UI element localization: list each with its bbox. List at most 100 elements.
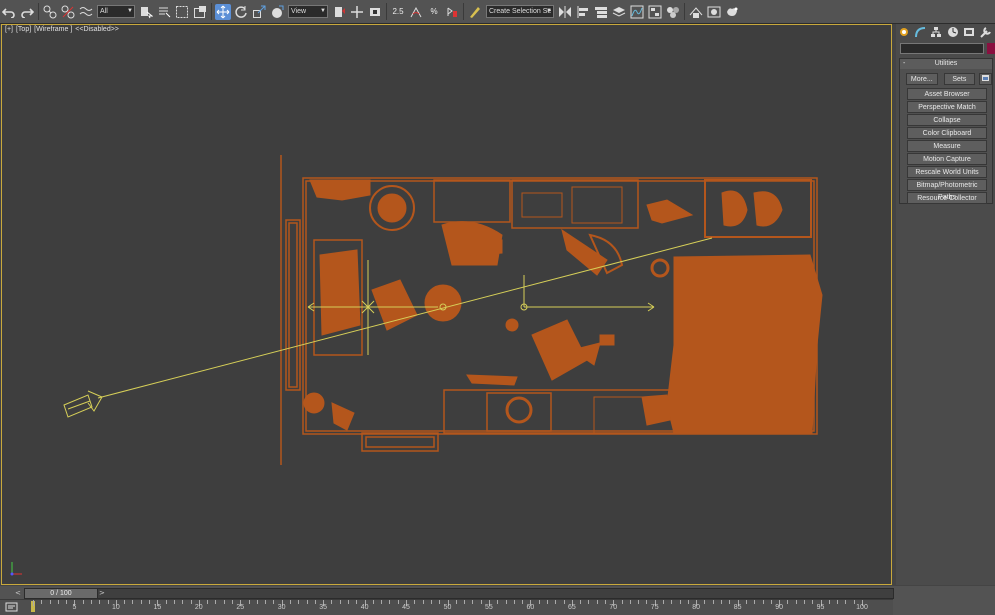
top-viewport[interactable]: [+] [Top] [Wireframe ] <<Disabled>> <box>1 24 892 585</box>
selection-filter-dropdown[interactable]: All ▼ <box>97 5 135 18</box>
timeline-tick-label: 90 <box>775 604 783 611</box>
timeline-tick <box>555 600 557 604</box>
reference-coordinate-value: View <box>291 8 307 15</box>
mini-curve-editor-icon[interactable] <box>5 601 19 613</box>
snaps-toggle-icon[interactable]: 2.5 <box>390 4 406 20</box>
hierarchy-icon[interactable] <box>930 25 943 39</box>
select-and-manipulate-icon[interactable] <box>349 4 365 20</box>
time-slider-right-arrow-icon[interactable]: > <box>99 589 105 598</box>
angle-snap-icon[interactable] <box>408 4 424 20</box>
select-rotate-icon[interactable] <box>233 4 249 20</box>
timeline-tick <box>41 600 43 604</box>
toolbar-divider <box>463 3 464 20</box>
spinner-snap-icon[interactable] <box>444 4 460 20</box>
utility-perspective-match-button[interactable]: Perspective Match <box>907 101 987 113</box>
window-crossing-icon[interactable] <box>192 4 208 20</box>
edit-named-selection-icon[interactable] <box>467 4 483 20</box>
toggle-scene-explorer-icon[interactable] <box>593 4 609 20</box>
keyboard-shortcut-override-icon[interactable] <box>367 4 383 20</box>
timeline-tick <box>91 600 93 604</box>
select-move-icon[interactable] <box>215 3 231 20</box>
display-icon[interactable] <box>962 25 975 39</box>
utility-collapse-button[interactable]: Collapse <box>907 114 987 126</box>
timeline-tick-label: 55 <box>485 604 493 611</box>
named-selection-value: Create Selection Se <box>489 8 552 15</box>
schematic-view-icon[interactable] <box>647 4 663 20</box>
percent-glyph: % <box>430 7 438 16</box>
motion-icon[interactable] <box>946 25 959 39</box>
timeline-tick <box>124 600 126 604</box>
collapse-icon: - <box>903 60 906 67</box>
timeline-tick <box>663 600 665 604</box>
timeline-tick <box>588 600 590 604</box>
utility-rescale-world-units-button[interactable]: Rescale World Units <box>907 166 987 178</box>
object-name-field[interactable] <box>900 43 985 54</box>
utility-color-clipboard-button[interactable]: Color Clipboard <box>907 127 987 139</box>
timeline-tick-label: 85 <box>733 604 742 611</box>
sets-button[interactable]: Sets <box>943 73 976 85</box>
render-setup-icon[interactable] <box>688 4 704 20</box>
rectangular-selection-icon[interactable] <box>174 4 190 20</box>
reference-coordinate-dropdown[interactable]: View ▼ <box>288 5 328 18</box>
create-icon[interactable] <box>897 25 910 39</box>
timeline-tick-label: 35 <box>319 604 328 611</box>
redo-icon[interactable] <box>19 4 35 20</box>
object-name-row <box>900 43 995 54</box>
main-toolbar: All ▼ View ▼ 2.5 % Create Selection Se ▼ <box>0 0 995 24</box>
modify-icon[interactable] <box>913 25 926 39</box>
rendered-frame-window-icon[interactable] <box>706 4 722 20</box>
undo-icon[interactable] <box>1 4 17 20</box>
percent-snap-icon[interactable]: % <box>426 4 442 20</box>
utility-resource-collector-button[interactable]: Resource Collector <box>907 192 987 204</box>
timeline-tick <box>629 600 631 604</box>
timeline-tick <box>812 600 814 604</box>
time-slider[interactable]: < 0 / 100 > <box>15 588 894 599</box>
configure-button-sets-icon[interactable] <box>979 73 992 85</box>
material-editor-icon[interactable] <box>665 4 681 20</box>
named-selection-sets-dropdown[interactable]: Create Selection Se ▼ <box>486 5 554 18</box>
select-by-name-icon[interactable] <box>156 4 172 20</box>
track-bar[interactable]: 5 10 15 20 25 30 35 40 45 50 55 60 65 70 75 80 85 90 95 100 <box>0 599 893 615</box>
layer-explorer-icon[interactable] <box>611 4 627 20</box>
selection-filter-value: All <box>100 8 108 15</box>
utility-asset-browser-button[interactable]: Asset Browser <box>907 88 987 100</box>
align-icon[interactable] <box>575 4 591 20</box>
utilities-rollout-title[interactable]: - Utilities <box>900 59 992 69</box>
timeline-tick <box>132 600 134 604</box>
use-pivot-center-icon[interactable] <box>331 4 347 20</box>
timeline-tick <box>99 600 101 604</box>
mirror-icon[interactable] <box>557 4 573 20</box>
timeline-tick-label: 70 <box>609 604 618 611</box>
timeline-tick-label: 80 <box>692 604 701 611</box>
timeline-tick <box>414 600 416 604</box>
utility-motion-capture-button[interactable]: Motion Capture <box>907 153 987 165</box>
timeline-tick <box>605 600 606 604</box>
link-icon[interactable] <box>42 4 58 20</box>
timeline-tick <box>256 600 258 604</box>
curve-editor-icon[interactable] <box>629 4 645 20</box>
time-slider-thumb[interactable]: 0 / 100 <box>25 589 98 598</box>
timeline-tick-label: 60 <box>526 604 535 611</box>
time-slider-left-arrow-icon[interactable]: < <box>15 589 21 598</box>
unlink-icon[interactable] <box>60 4 76 20</box>
select-scale-icon[interactable] <box>251 4 267 20</box>
timeline-tick <box>33 600 34 606</box>
timeline-tick <box>472 600 474 604</box>
timeline-tick <box>837 600 839 604</box>
utility-measure-button[interactable]: Measure <box>907 140 987 152</box>
timeline-tick <box>522 600 524 604</box>
render-production-icon[interactable] <box>724 4 740 20</box>
select-object-icon[interactable] <box>138 4 154 20</box>
timeline-tick <box>182 600 184 604</box>
utilities-icon[interactable] <box>979 25 992 39</box>
timeline-tick-label: 20 <box>194 604 203 611</box>
more-button[interactable]: More... <box>906 73 938 85</box>
bind-space-warp-icon[interactable] <box>78 4 94 20</box>
timeline-tick <box>704 600 706 604</box>
timeline-tick <box>289 600 291 604</box>
snap-value: 2.5 <box>392 7 404 16</box>
timeline-tick <box>298 600 300 604</box>
object-color-swatch[interactable] <box>987 43 995 54</box>
select-place-icon[interactable] <box>269 4 285 20</box>
utility-bitmap-photometric-paths-button[interactable]: Bitmap/Photometric Paths <box>907 179 987 201</box>
